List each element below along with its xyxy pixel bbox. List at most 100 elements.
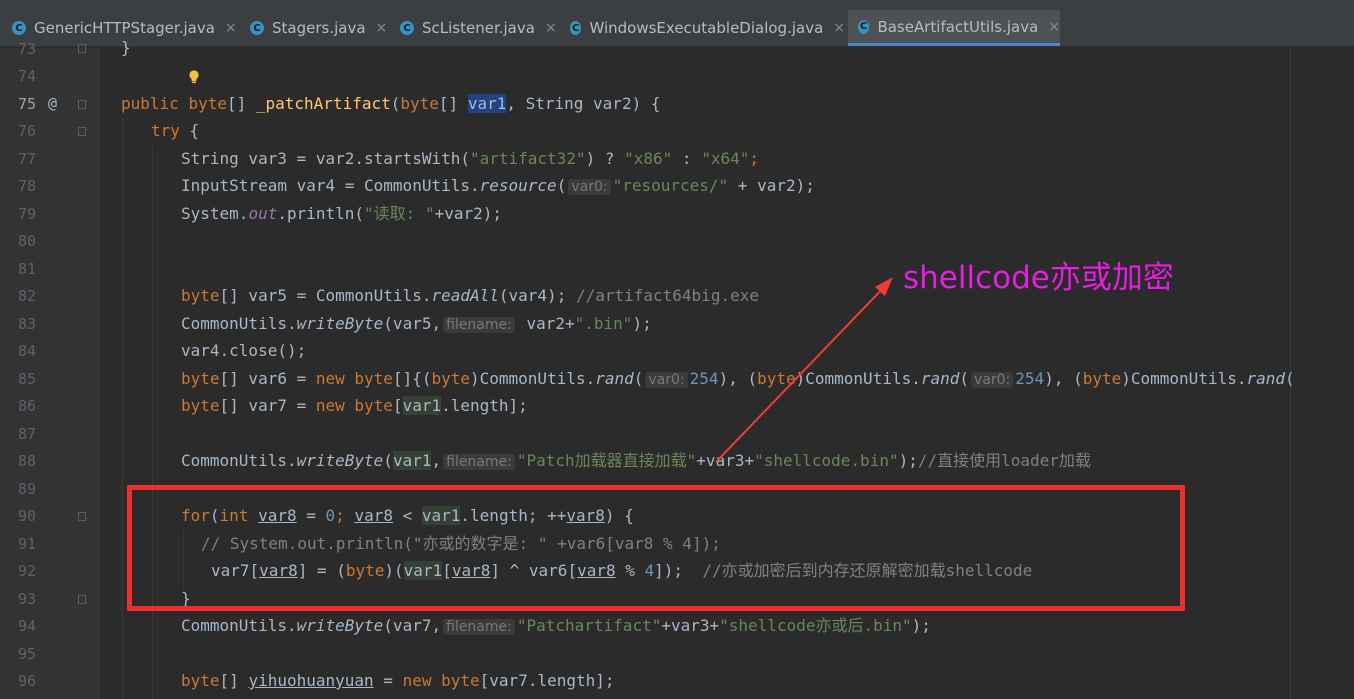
close-icon[interactable]: × xyxy=(833,20,845,36)
code-text: = xyxy=(373,671,403,690)
keyword: byte xyxy=(181,369,220,388)
code-text: )CommonUtils. xyxy=(795,369,921,388)
line-number: 83 xyxy=(17,315,36,333)
comment: //直接使用loader加载 xyxy=(917,451,1091,470)
code-text: [] var6 = xyxy=(219,369,316,388)
code-text: [] xyxy=(226,94,256,113)
line-number: 74 xyxy=(17,67,36,85)
keyword: byte xyxy=(441,671,480,690)
code-text: ( xyxy=(959,369,970,388)
title-bar-remnant xyxy=(0,0,1354,10)
tab-label: ScListener.java xyxy=(422,19,535,37)
comment: //artifact64big.exe xyxy=(575,286,759,305)
keyword: byte xyxy=(400,94,439,113)
line-number: 82 xyxy=(17,287,36,305)
parameter-hint: filename: xyxy=(443,454,515,470)
string-literal: "shellcode.bin" xyxy=(754,451,899,470)
selected-identifier: var1 xyxy=(467,94,507,113)
code-text: (var4); xyxy=(498,286,576,305)
keyword: byte xyxy=(431,369,470,388)
code-text: []{( xyxy=(392,369,432,388)
tab-sc-listener[interactable]: C ScListener.java × xyxy=(400,10,560,46)
fold-icon[interactable] xyxy=(78,127,86,136)
lightbulb-icon[interactable] xyxy=(188,70,200,84)
code-text: { xyxy=(179,121,200,140)
static-method: writeByte xyxy=(296,616,384,635)
string-literal: "shellcode亦或后.bin" xyxy=(719,616,912,635)
code-line-94[interactable]: CommonUtils.writeByte(var7, filename: "Pat… xyxy=(181,616,931,637)
code-line-78[interactable]: InputStream var4 = CommonUtils.resource(… xyxy=(181,176,815,197)
fold-icon[interactable] xyxy=(78,512,86,521)
close-icon[interactable]: × xyxy=(1048,19,1060,35)
code-text: var2+ xyxy=(516,314,575,333)
close-icon[interactable]: × xyxy=(376,20,388,36)
java-class-icon: C xyxy=(858,19,870,34)
static-field: out xyxy=(248,204,278,223)
string-literal: "Patch加载器直接加载" xyxy=(516,451,697,470)
code-text: [] var7 = xyxy=(219,396,316,415)
tab-windows-executable-dialog[interactable]: C WindowsExecutableDialog.java × xyxy=(570,10,845,46)
fold-icon[interactable] xyxy=(78,595,86,604)
code-line-77[interactable]: String var3 = var2.startsWith("artifact3… xyxy=(181,149,759,169)
parameter-hint: var0: xyxy=(971,372,1014,388)
tab-label: GenericHTTPStager.java xyxy=(34,19,215,37)
code-text: ); xyxy=(632,314,652,333)
code-text: ( xyxy=(1285,369,1295,388)
code-text: .length]; xyxy=(441,396,528,415)
parameter-hint: var0: xyxy=(645,372,688,388)
fold-icon[interactable] xyxy=(78,100,86,109)
line-number: 78 xyxy=(17,177,36,195)
override-marker-icon[interactable]: @ xyxy=(48,94,57,112)
code-line-84[interactable]: var4.close(); xyxy=(181,341,306,361)
code-text: ( xyxy=(556,176,567,195)
line-number: 81 xyxy=(17,260,36,278)
identifier-usage: var1 xyxy=(392,451,432,470)
close-icon[interactable]: × xyxy=(225,20,237,36)
code-line-88[interactable]: CommonUtils.writeByte(var1, filename: "Pat… xyxy=(181,451,1091,472)
method-name: _patchArtifact xyxy=(255,94,391,113)
code-line-82[interactable]: byte[] var5 = CommonUtils.readAll(var4);… xyxy=(181,286,759,306)
number-literal: 254 xyxy=(689,369,719,388)
code-line-83[interactable]: CommonUtils.writeByte(var5, filename: var… xyxy=(181,314,652,335)
code-text: +var3+ xyxy=(661,616,720,635)
code-text: var4.close(); xyxy=(181,341,307,360)
fold-icon[interactable] xyxy=(78,44,86,53)
editor-tab-bar: C GenericHTTPStager.java × C Stagers.jav… xyxy=(0,10,1354,47)
line-number: 93 xyxy=(17,590,36,608)
tab-base-artifact-utils[interactable]: C BaseArtifactUtils.java × xyxy=(848,10,1060,46)
code-line-73[interactable]: } xyxy=(121,38,131,58)
line-number: 89 xyxy=(17,480,36,498)
string-literal: "resources/" xyxy=(612,176,729,195)
line-number: 79 xyxy=(17,205,36,223)
keyword: byte xyxy=(188,94,227,113)
close-icon[interactable]: × xyxy=(545,20,557,36)
keyword: new xyxy=(402,671,432,690)
line-number: 84 xyxy=(17,342,36,360)
line-number: 85 xyxy=(17,370,36,388)
keyword: new xyxy=(315,369,345,388)
code-line-86[interactable]: byte[] var7 = new byte[var1.length]; xyxy=(181,396,528,416)
code-text: ) ? xyxy=(585,149,625,168)
static-method: resource xyxy=(479,176,557,195)
tab-stagers[interactable]: C Stagers.java × xyxy=(250,10,390,46)
line-number: 80 xyxy=(17,232,36,250)
keyword: new xyxy=(315,396,345,415)
line-number: 73 xyxy=(17,40,36,58)
code-line-96[interactable]: byte[] yihuohuanyuan = new byte[var7.len… xyxy=(181,671,615,691)
keyword: byte xyxy=(181,671,220,690)
code-text: (var7, xyxy=(383,616,442,635)
indent-guide xyxy=(152,146,153,699)
keyword: public xyxy=(121,94,179,113)
code-line-76[interactable]: try { xyxy=(151,121,199,141)
code-line-79[interactable]: System.out.println("读取: "+var2); xyxy=(181,204,502,224)
code-line-85[interactable]: byte[] var6 = new byte[]{(byte)CommonUti… xyxy=(181,369,1295,390)
line-number: 90 xyxy=(17,507,36,525)
code-line-75[interactable]: public byte[] _patchArtifact(byte[] var1… xyxy=(121,94,660,114)
line-number: 87 xyxy=(17,425,36,443)
code-text: CommonUtils. xyxy=(181,616,297,635)
code-text: +var3+ xyxy=(696,451,755,470)
line-number: 94 xyxy=(17,617,36,635)
code-text: .println( xyxy=(277,204,365,223)
code-text: [] xyxy=(219,671,249,690)
